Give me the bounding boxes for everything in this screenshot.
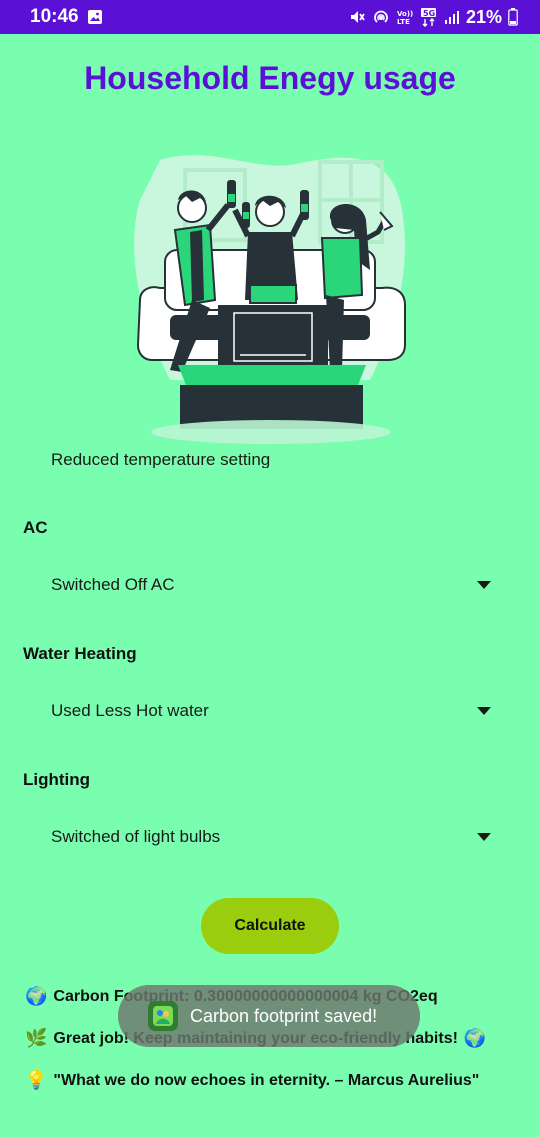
lightbulb-icon: 💡 — [25, 1070, 48, 1091]
chevron-down-icon[interactable] — [477, 707, 491, 715]
status-bar: 10:46 Vo)) LTE 5G 21% — [0, 0, 540, 34]
lighting-dropdown-value: Switched of light bulbs — [51, 827, 221, 846]
globe-icon: 🌍 — [463, 1028, 487, 1049]
battery-icon — [508, 8, 518, 26]
calculate-button[interactable]: Calculate — [201, 898, 339, 954]
status-time: 10:46 — [30, 6, 79, 27]
friends-celebrating-illustration — [130, 150, 412, 450]
quote-line: 💡 "What we do now echoes in eternity. – … — [25, 1070, 479, 1091]
page-title: Household Enegy usage — [84, 60, 456, 96]
chevron-down-icon[interactable] — [477, 581, 491, 589]
svg-text:Vo)): Vo)) — [397, 10, 413, 18]
toast-notification: Carbon footprint saved! — [118, 985, 420, 1047]
gallery-icon — [87, 9, 103, 25]
ac-dropdown-value: Switched Off AC — [51, 575, 175, 594]
chevron-down-icon[interactable] — [477, 833, 491, 841]
mute-icon — [348, 8, 366, 26]
svg-text:LTE: LTE — [397, 18, 410, 26]
water-heating-dropdown-value: Used Less Hot water — [51, 701, 209, 720]
battery-percent: 21% — [465, 6, 502, 27]
section-label-water-heating: Water Heating — [23, 644, 137, 663]
signal-icon — [444, 9, 460, 25]
herb-icon: 🌿 — [25, 1028, 48, 1049]
lighting-dropdown[interactable]: Switched of light bulbs — [23, 810, 517, 864]
toast-text: Carbon footprint saved! — [190, 1005, 378, 1026]
quote-text: "What we do now echoes in eternity. – Ma… — [53, 1071, 480, 1089]
5g-icon: 5G — [420, 7, 438, 27]
section-label-lighting: Lighting — [23, 770, 91, 789]
svg-text:5G: 5G — [423, 9, 435, 18]
hotspot-icon — [372, 8, 390, 26]
globe-icon: 🌍 — [25, 986, 48, 1007]
clipped-option-text: Reduced temperature setting — [51, 450, 271, 468]
app-icon — [148, 1001, 178, 1031]
volte-icon: Vo)) LTE — [396, 8, 414, 26]
ac-dropdown[interactable]: Switched Off AC — [23, 558, 517, 612]
water-heating-dropdown[interactable]: Used Less Hot water — [23, 684, 517, 738]
section-label-ac: AC — [23, 518, 48, 537]
